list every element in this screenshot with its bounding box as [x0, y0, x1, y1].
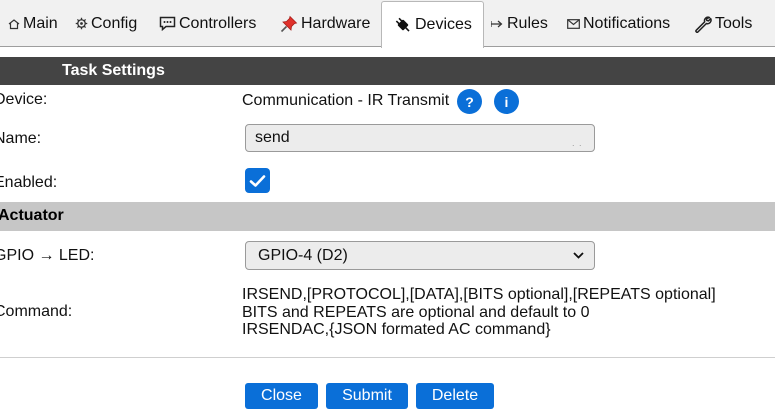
tab-notifications-label: Notifications: [583, 14, 671, 32]
tab-devices-label: Devices: [415, 16, 472, 33]
tab-controllers[interactable]: Controllers: [159, 0, 256, 47]
tab-bar: Main Config Controllers Hardware Devices…: [0, 0, 775, 48]
home-icon: [8, 18, 20, 30]
command-help-text: IRSEND,[PROTOCOL],[DATA],[BITS optional]…: [242, 286, 716, 339]
gpio-label: GPIO → LED:: [0, 247, 95, 264]
tab-devices[interactable]: Devices: [381, 1, 484, 48]
device-value: Communication - IR Transmit: [242, 92, 450, 109]
delete-button[interactable]: Delete: [416, 383, 494, 409]
gear-icon: [75, 17, 88, 30]
tab-controllers-label: Controllers: [179, 14, 257, 32]
tab-rules-label: Rules: [507, 14, 548, 32]
tab-config[interactable]: Config: [75, 0, 137, 47]
tab-rules[interactable]: Rules: [491, 0, 548, 47]
task-settings-title: Task Settings: [62, 62, 165, 79]
pushpin-icon: [280, 15, 298, 33]
actuator-title: Actuator: [0, 207, 64, 224]
help-button[interactable]: ?: [457, 89, 482, 114]
close-button[interactable]: Close: [245, 383, 318, 409]
tab-config-label: Config: [91, 14, 138, 32]
tab-main[interactable]: Main: [8, 0, 58, 47]
command-line: BITS and REPEATS are optional and defaul…: [242, 303, 590, 321]
gpio-selected-value: GPIO-4 (D2): [258, 246, 348, 264]
info-button[interactable]: i: [494, 89, 519, 114]
tab-tools-label: Tools: [715, 14, 753, 32]
enabled-label: Enabled:: [0, 174, 58, 191]
command-line: IRSENDAC,{JSON formated AC command}: [242, 321, 551, 338]
resize-grip-icon: . .: [572, 138, 583, 148]
envelope-icon: [567, 18, 580, 29]
plug-icon: [394, 16, 412, 34]
tab-notifications[interactable]: Notifications: [567, 0, 670, 47]
device-label: Device:: [0, 91, 48, 108]
task-settings-header: Task Settings: [0, 57, 775, 85]
arrow-icon: [491, 19, 504, 29]
actuator-header: Actuator: [0, 202, 775, 231]
speech-bubble-icon: [159, 16, 176, 31]
chevron-down-icon: [573, 252, 584, 259]
name-label: Name:: [0, 130, 42, 147]
submit-button[interactable]: Submit: [326, 383, 408, 409]
wrench-icon: [694, 15, 712, 33]
tab-main-label: Main: [23, 14, 58, 32]
enabled-checkbox[interactable]: [245, 168, 270, 193]
gpio-select[interactable]: GPIO-4 (D2): [245, 241, 595, 270]
command-line: IRSEND,[PROTOCOL],[DATA],[BITS optional]…: [242, 286, 716, 303]
info-icon: i: [504, 93, 509, 110]
command-label: Command:: [0, 303, 73, 320]
tab-tools[interactable]: Tools: [694, 0, 752, 47]
tab-hardware-label: Hardware: [301, 14, 371, 32]
name-input[interactable]: [245, 124, 595, 152]
divider: [0, 357, 775, 358]
checkmark-icon: [249, 174, 266, 187]
tab-hardware[interactable]: Hardware: [280, 0, 370, 47]
help-icon: ?: [465, 93, 474, 110]
